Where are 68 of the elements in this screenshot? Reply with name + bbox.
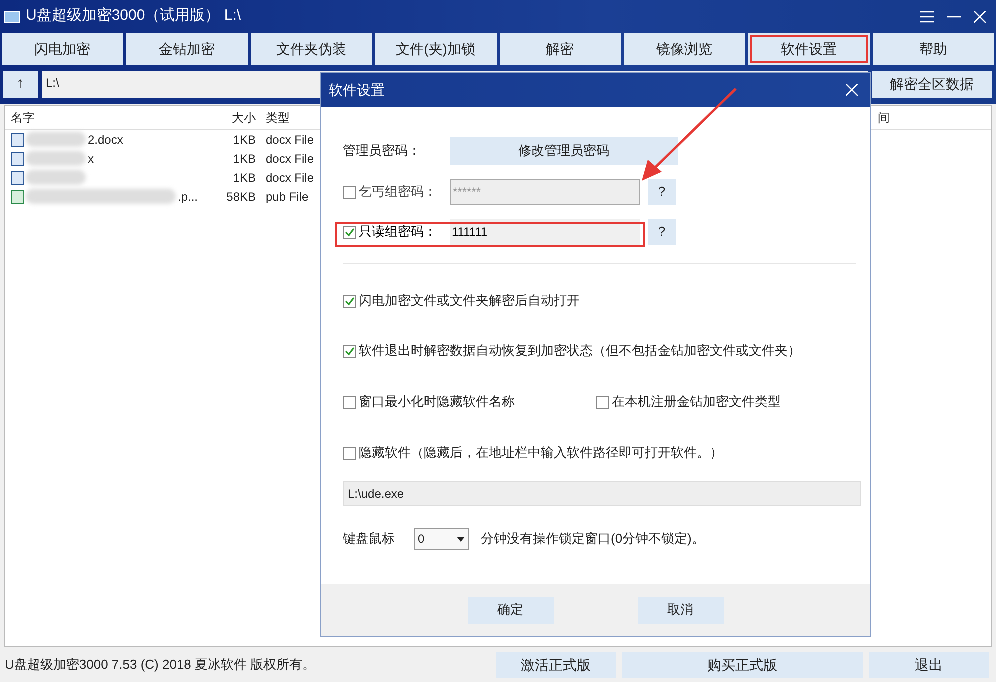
checkbox[interactable]	[596, 396, 609, 408]
field-label: 只读组密码：	[359, 223, 437, 242]
blurred-region	[26, 151, 86, 166]
computer-icon	[4, 10, 20, 22]
toolbar-button[interactable]: 文件(夹)加锁	[375, 33, 496, 65]
column-header[interactable]: 大小	[205, 108, 260, 126]
checkbox[interactable]	[343, 186, 356, 198]
toolbar-button[interactable]: 文件夹伪装	[250, 33, 372, 65]
file-type: docx File	[265, 132, 316, 148]
help-button[interactable]: ?	[648, 179, 676, 205]
word-file-icon	[11, 152, 24, 166]
file-name: x	[88, 150, 94, 168]
toolbar-button[interactable]: 软件设置	[748, 33, 870, 65]
option-label: 窗口最小化时隐藏软件名称	[359, 393, 515, 412]
checked-checkbox[interactable]	[343, 344, 356, 358]
menu-icon[interactable]	[920, 10, 934, 22]
password-field[interactable]: ******	[450, 179, 640, 205]
caret-icon	[457, 536, 465, 542]
lock-description: 分钟没有操作锁定窗口(0分钟不锁定)。	[481, 530, 705, 548]
toolbar-button[interactable]: 闪电加密	[2, 33, 124, 65]
checked-checkbox[interactable]	[343, 226, 356, 238]
word-file-icon	[11, 170, 24, 184]
field-label: 键盘鼠标	[343, 530, 396, 548]
file-name: .p...	[178, 188, 198, 206]
blurred-region	[26, 132, 86, 147]
path-field[interactable]: L:\ude.exe	[343, 481, 861, 506]
field-label: 乞丐组密码：	[359, 183, 437, 202]
file-size: 58KB	[226, 188, 257, 206]
up-button[interactable]: ↑	[3, 71, 38, 98]
minutes-dropdown[interactable]: 0	[414, 528, 469, 550]
toolbar-button[interactable]: 镜像浏览	[624, 33, 746, 65]
dialog-title: 软件设置	[329, 80, 386, 100]
file-type: docx File	[265, 170, 316, 186]
status-button[interactable]: 退出	[869, 652, 989, 678]
file-size: 1KB	[232, 132, 257, 148]
option-label: 闪电加密文件或文件夹解密后自动打开	[359, 292, 580, 310]
field-label: 管理员密码：	[343, 142, 422, 160]
status-text: U盘超级加密3000 7.53 (C) 2018 夏冰软件 版权所有。	[4, 656, 317, 674]
checkbox[interactable]	[343, 446, 356, 460]
file-type: docx File	[265, 150, 316, 168]
decrypt-all-button[interactable]: 解密全区数据	[872, 71, 992, 98]
toolbar-button[interactable]: 帮助	[872, 33, 994, 65]
window-title: U盘超级加密3000（试用版） L:\	[26, 6, 242, 26]
status-button[interactable]: 购买正式版	[622, 652, 863, 678]
password-field[interactable]: 111111	[450, 219, 640, 245]
checked-checkbox[interactable]	[343, 294, 356, 308]
toolbar-button[interactable]: 金钻加密	[126, 33, 248, 65]
dialog-button[interactable]: 取消	[638, 596, 724, 624]
word-file-icon	[11, 132, 24, 146]
toolbar-button[interactable]: 解密	[500, 33, 621, 65]
close-icon[interactable]	[846, 84, 858, 96]
column-header[interactable]: 间	[878, 108, 978, 126]
dialog-button[interactable]: 确定	[468, 596, 554, 624]
file-name: 2.docx	[88, 132, 124, 148]
file-size: 1KB	[232, 170, 257, 186]
status-button[interactable]: 激活正式版	[496, 652, 616, 678]
file-size: 1KB	[232, 150, 257, 168]
option-label: 在本机注册金钻加密文件类型	[612, 393, 781, 412]
publisher-file-icon	[11, 190, 24, 204]
close-icon[interactable]	[974, 10, 986, 22]
file-type: pub File	[265, 188, 310, 206]
help-button[interactable]: ?	[648, 219, 676, 245]
change-admin-password-button[interactable]: 修改管理员密码	[450, 137, 678, 165]
option-label: 隐藏软件（隐藏后，在地址栏中输入软件路径即可打开软件。）	[359, 444, 723, 462]
column-header[interactable]: 名字	[5, 108, 205, 126]
checkbox[interactable]	[343, 396, 356, 408]
blurred-region	[26, 170, 86, 185]
option-label: 软件退出时解密数据自动恢复到加密状态（但不包括金钻加密文件或文件夹）	[359, 342, 801, 360]
